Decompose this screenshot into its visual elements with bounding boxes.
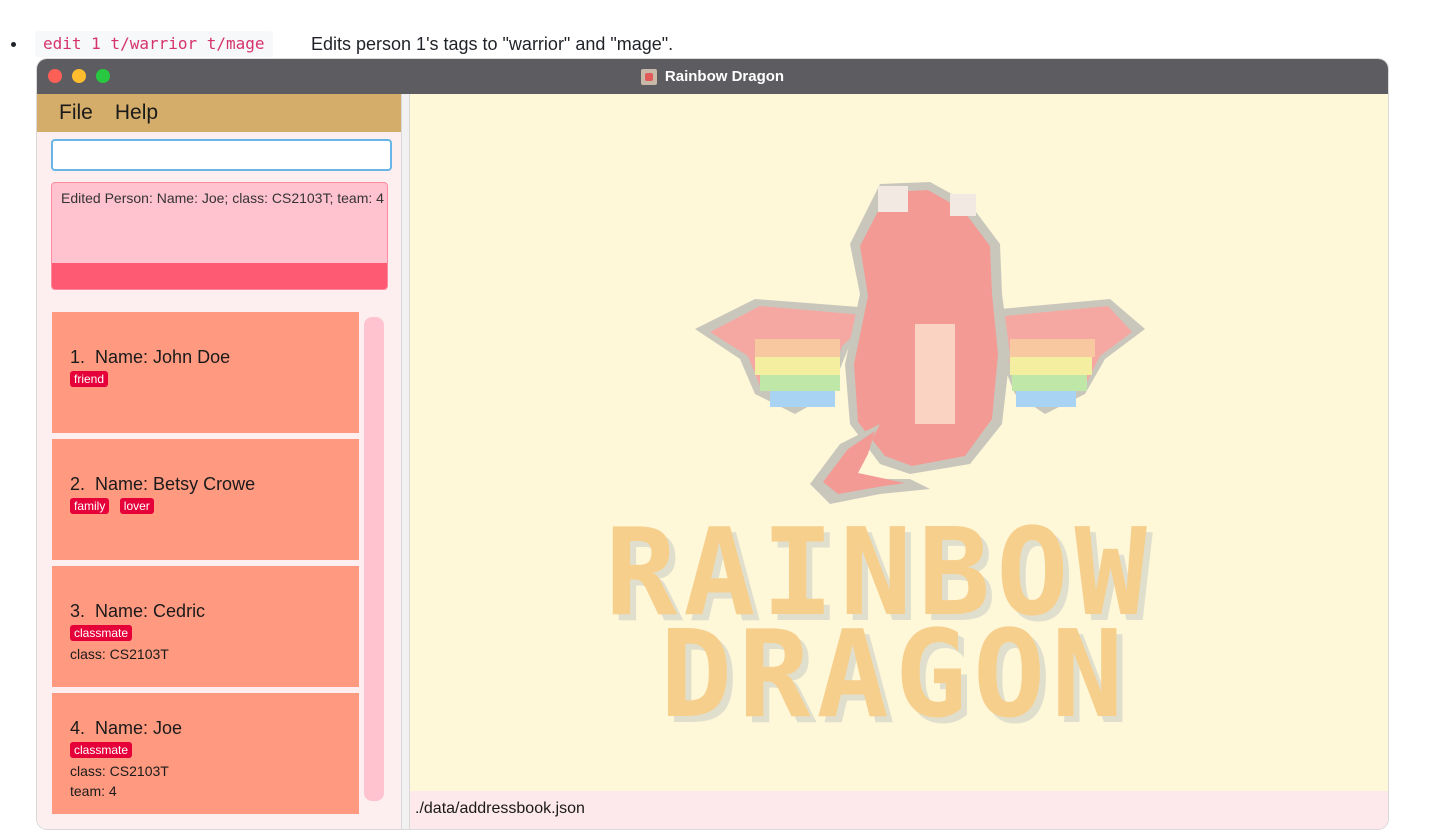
result-display: Edited Person: Name: Joe; class: CS2103T… <box>51 182 388 290</box>
command-description: Edits person 1's tags to "warrior" and "… <box>311 34 674 54</box>
person-tags: classmate <box>70 741 138 759</box>
result-status-bar <box>52 263 387 289</box>
person-name: 2. Name: Betsy Crowe <box>70 474 256 494</box>
tag-badge: lover <box>119 498 154 514</box>
person-name: 4. Name: Joe <box>70 718 183 738</box>
tag-badge: classmate <box>70 742 133 758</box>
save-location-path: ./data/addressbook.json <box>415 800 585 817</box>
command-input[interactable] <box>51 139 392 171</box>
person-card[interactable]: 3. Name: Cedric classmate class: CS2103T <box>52 566 359 687</box>
title-bar: Rainbow Dragon <box>37 59 1388 94</box>
person-card[interactable]: 4. Name: Joe classmate class: CS2103T te… <box>52 693 359 814</box>
person-name: 1. Name: John Doe <box>70 347 231 367</box>
person-class: class: CS2103T <box>70 646 169 662</box>
logo-word-dragon: DRAGON <box>660 606 1130 745</box>
person-tags: classmate <box>70 624 138 642</box>
doc-bullet-line: edit 1 t/warrior t/mage Edits person 1's… <box>0 30 1437 58</box>
person-tags: friend <box>70 370 114 388</box>
menu-file[interactable]: File <box>59 101 93 125</box>
window-title: Rainbow Dragon <box>37 59 1388 94</box>
dragon-app-icon <box>640 68 657 85</box>
person-name: 3. Name: Cedric <box>70 601 206 621</box>
person-card[interactable]: 2. Name: Betsy Crowe family lover <box>52 439 359 560</box>
command-code: edit 1 t/warrior t/mage <box>35 31 273 57</box>
person-tags: family lover <box>70 497 160 515</box>
bullet-dot <box>11 42 16 47</box>
left-pane: File Help Edited Person: Name: Joe; clas… <box>37 94 401 829</box>
menu-bar: File Help <box>37 94 401 132</box>
person-class: class: CS2103T <box>70 763 169 779</box>
person-team: team: 4 <box>70 783 117 799</box>
list-scrollbar[interactable] <box>364 317 384 801</box>
tag-badge: family <box>70 498 110 514</box>
split-pane-divider[interactable] <box>401 94 410 829</box>
person-list[interactable]: 1. Name: John Doe friend 2. Name: Betsy … <box>51 308 388 829</box>
person-card[interactable]: 1. Name: John Doe friend <box>52 312 359 433</box>
result-text: Edited Person: Name: Joe; class: CS2103T… <box>61 190 384 206</box>
app-window: Rainbow Dragon File Help Edited Person: … <box>37 59 1388 829</box>
tag-badge: classmate <box>70 625 133 641</box>
window-title-text: Rainbow Dragon <box>664 68 785 85</box>
status-bar: ./data/addressbook.json <box>410 791 1388 829</box>
tag-badge: friend <box>70 371 109 387</box>
logo-canvas: RAINBOW DRAGON <box>410 94 1388 791</box>
menu-help[interactable]: Help <box>115 101 158 125</box>
